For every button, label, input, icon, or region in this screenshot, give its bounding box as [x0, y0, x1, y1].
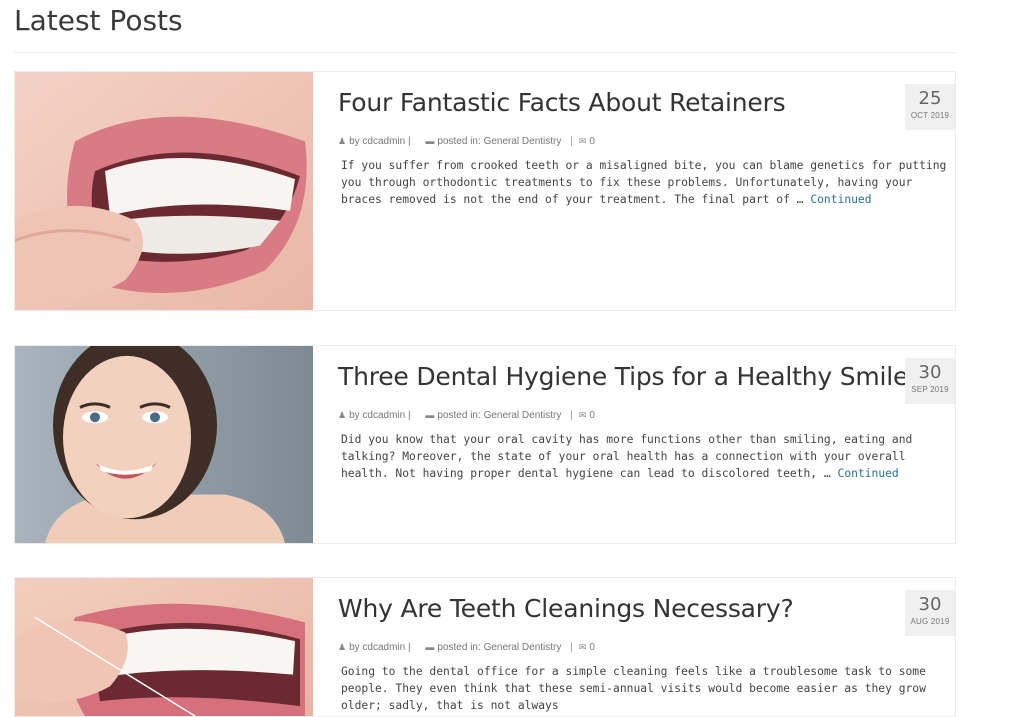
post-title[interactable]: Why Are Teeth Cleanings Necessary? — [338, 594, 794, 623]
user-icon: ♟ — [338, 136, 347, 146]
post-date-badge: 30 SEP 2019 — [905, 358, 955, 404]
post-date-badge: 30 AUG 2019 — [905, 590, 955, 636]
post-meta: ♟ by cdcadmin | ▬ posted in: General Denti… — [338, 136, 595, 147]
post-card: Three Dental Hygiene Tips for a Healthy … — [14, 345, 956, 544]
comment-count[interactable]: 0 — [589, 642, 595, 653]
comment-count[interactable]: 0 — [589, 136, 595, 147]
by-label: by — [349, 136, 360, 147]
post-excerpt: Going to the dental office for a simple … — [341, 664, 953, 714]
post-date-badge: 25 OCT 2019 — [905, 84, 955, 130]
user-icon: ♟ — [338, 410, 347, 420]
post-meta: ♟ by cdcadmin | ▬ posted in: General Denti… — [338, 642, 595, 653]
meta-separator: | — [408, 642, 411, 653]
posted-in-label: posted in: — [437, 136, 481, 147]
by-label: by — [349, 410, 360, 421]
date-day: 25 — [918, 88, 942, 109]
category-link[interactable]: General Dentistry — [484, 410, 562, 421]
date-month-year: OCT 2019 — [910, 111, 950, 120]
by-label: by — [349, 642, 360, 653]
author-link[interactable]: cdcadmin — [362, 410, 405, 421]
continued-link[interactable]: Continued — [838, 467, 899, 480]
post-excerpt: If you suffer from crooked teeth or a mi… — [341, 158, 953, 208]
post-title[interactable]: Three Dental Hygiene Tips for a Healthy … — [338, 362, 908, 391]
meta-separator: | — [408, 410, 411, 421]
category-link[interactable]: General Dentistry — [484, 642, 562, 653]
date-month-year: SEP 2019 — [911, 385, 949, 394]
comment-icon: ✉ — [578, 136, 587, 146]
date-month-year: AUG 2019 — [910, 617, 950, 626]
post-thumbnail-retainer[interactable] — [15, 72, 313, 310]
page-title: Latest Posts — [14, 4, 183, 37]
excerpt-text: Did you know that your oral cavity has m… — [341, 433, 913, 480]
posted-in-label: posted in: — [437, 642, 481, 653]
user-icon: ♟ — [338, 642, 347, 652]
meta-separator: | — [570, 410, 573, 421]
folder-icon: ▬ — [425, 642, 435, 652]
category-link[interactable]: General Dentistry — [484, 136, 562, 147]
post-title[interactable]: Four Fantastic Facts About Retainers — [338, 88, 786, 117]
comment-count[interactable]: 0 — [589, 410, 595, 421]
date-day: 30 — [918, 362, 942, 383]
post-card: Why Are Teeth Cleanings Necessary? ♟ by c… — [14, 577, 956, 717]
post-thumbnail-flossing[interactable] — [15, 578, 313, 716]
folder-icon: ▬ — [425, 410, 435, 420]
comment-icon: ✉ — [578, 410, 587, 420]
posted-in-label: posted in: — [437, 410, 481, 421]
excerpt-text: Going to the dental office for a simple … — [341, 665, 926, 712]
post-excerpt: Did you know that your oral cavity has m… — [341, 432, 953, 482]
post-card: Four Fantastic Facts About Retainers ♟ by… — [14, 71, 956, 311]
comment-icon: ✉ — [578, 642, 587, 652]
date-day: 30 — [918, 594, 942, 615]
post-thumbnail-smiling-woman[interactable] — [15, 346, 313, 543]
author-link[interactable]: cdcadmin — [362, 642, 405, 653]
heading-divider — [14, 52, 957, 53]
post-meta: ♟ by cdcadmin | ▬ posted in: General Denti… — [338, 410, 595, 421]
meta-separator: | — [408, 136, 411, 147]
continued-link[interactable]: Continued — [810, 193, 871, 206]
folder-icon: ▬ — [425, 136, 435, 146]
meta-separator: | — [570, 642, 573, 653]
author-link[interactable]: cdcadmin — [362, 136, 405, 147]
meta-separator: | — [570, 136, 573, 147]
